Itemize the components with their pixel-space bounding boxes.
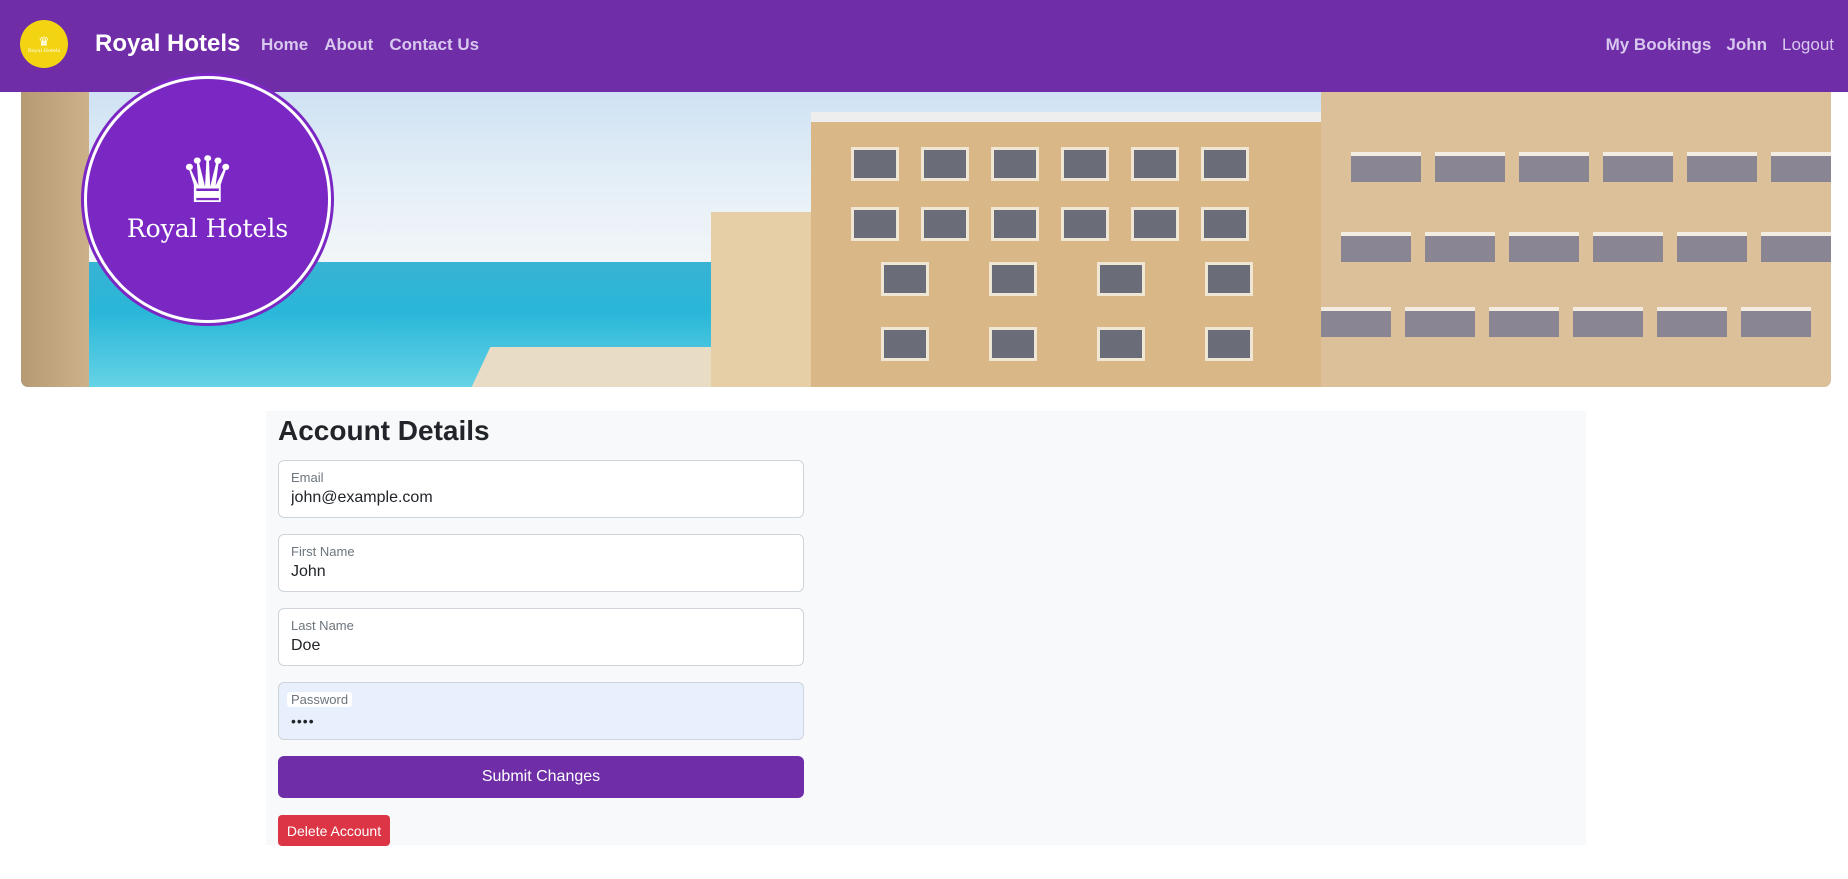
last-name-field[interactable]: Last Name bbox=[278, 608, 804, 666]
nav-logout-link[interactable]: Logout bbox=[1782, 35, 1834, 55]
submit-changes-button[interactable]: Submit Changes bbox=[278, 756, 804, 798]
hero-balconies bbox=[1351, 152, 1831, 182]
email-field[interactable]: Email bbox=[278, 460, 804, 518]
nav-left-links: Home About Contact Us bbox=[261, 35, 479, 55]
page-title: Account Details bbox=[278, 415, 490, 446]
hero-balconies bbox=[1321, 307, 1811, 337]
brand-name[interactable]: Royal Hotels bbox=[95, 30, 240, 58]
first-name-input[interactable] bbox=[291, 563, 791, 581]
hero-windows bbox=[851, 207, 1249, 241]
delete-account-button[interactable]: Delete Account bbox=[278, 815, 390, 846]
first-name-label: First Name bbox=[291, 544, 355, 559]
nav-contact-link[interactable]: Contact Us bbox=[389, 35, 479, 55]
first-name-field[interactable]: First Name bbox=[278, 534, 804, 592]
last-name-input[interactable] bbox=[291, 637, 791, 655]
nav-my-bookings-link[interactable]: My Bookings bbox=[1606, 35, 1712, 55]
hero-windows bbox=[851, 147, 1249, 181]
password-input[interactable]: •••• bbox=[291, 713, 791, 729]
password-label: Password bbox=[287, 692, 353, 707]
emblem-text: Royal Hotels bbox=[126, 214, 289, 243]
brand-logo[interactable]: ♛ Royal Hotels bbox=[20, 20, 68, 68]
nav-user-link[interactable]: John bbox=[1726, 35, 1767, 55]
email-input[interactable] bbox=[291, 489, 791, 507]
hero-pillar bbox=[21, 92, 89, 387]
nav-about-link[interactable]: About bbox=[324, 35, 373, 55]
crown-icon: ♛ bbox=[178, 144, 237, 216]
logo-text: Royal Hotels bbox=[27, 47, 61, 54]
hero-windows bbox=[881, 327, 1253, 361]
crown-icon: ♛ bbox=[38, 33, 50, 49]
hero-balconies bbox=[1341, 232, 1831, 262]
hero-emblem: ♛ Royal Hotels bbox=[84, 76, 331, 323]
email-label: Email bbox=[291, 470, 324, 485]
top-navbar: ♛ Royal Hotels Royal Hotels Home About C… bbox=[0, 0, 1848, 92]
account-details-card: Account Details Email First Name Last Na… bbox=[266, 411, 1586, 846]
nav-home-link[interactable]: Home bbox=[261, 35, 308, 55]
hero-windows bbox=[881, 262, 1253, 296]
password-field[interactable]: Password •••• bbox=[278, 682, 804, 740]
nav-right-links: My Bookings John Logout bbox=[1606, 35, 1834, 55]
last-name-label: Last Name bbox=[291, 618, 354, 633]
